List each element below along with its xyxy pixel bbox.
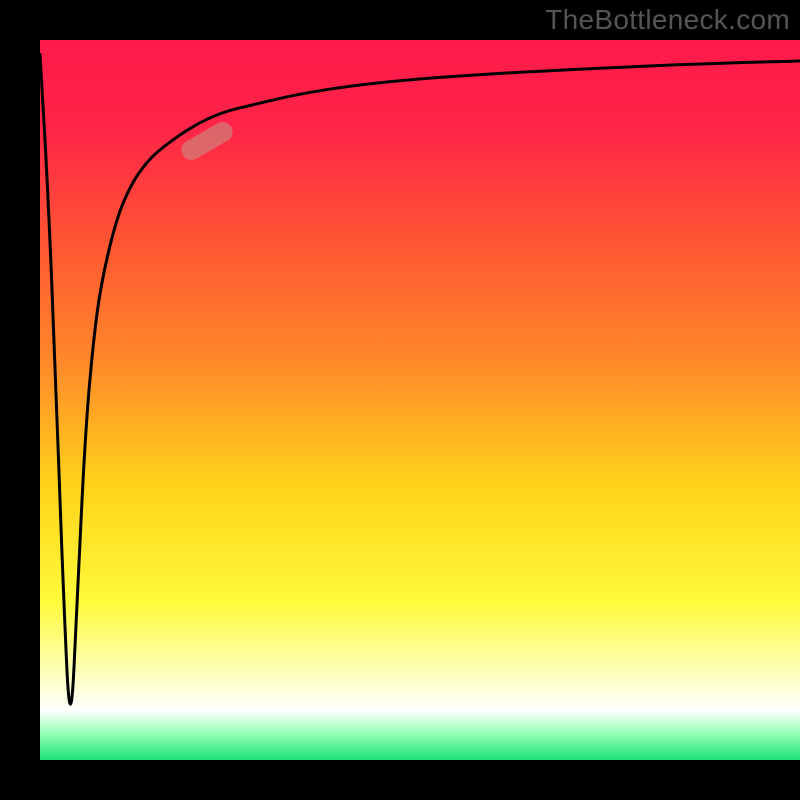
plot-area bbox=[40, 40, 800, 760]
chart-frame: TheBottleneck.com bbox=[0, 0, 800, 800]
curve-layer bbox=[40, 40, 800, 760]
attribution-text: TheBottleneck.com bbox=[545, 4, 790, 36]
bottleneck-curve bbox=[40, 54, 800, 704]
